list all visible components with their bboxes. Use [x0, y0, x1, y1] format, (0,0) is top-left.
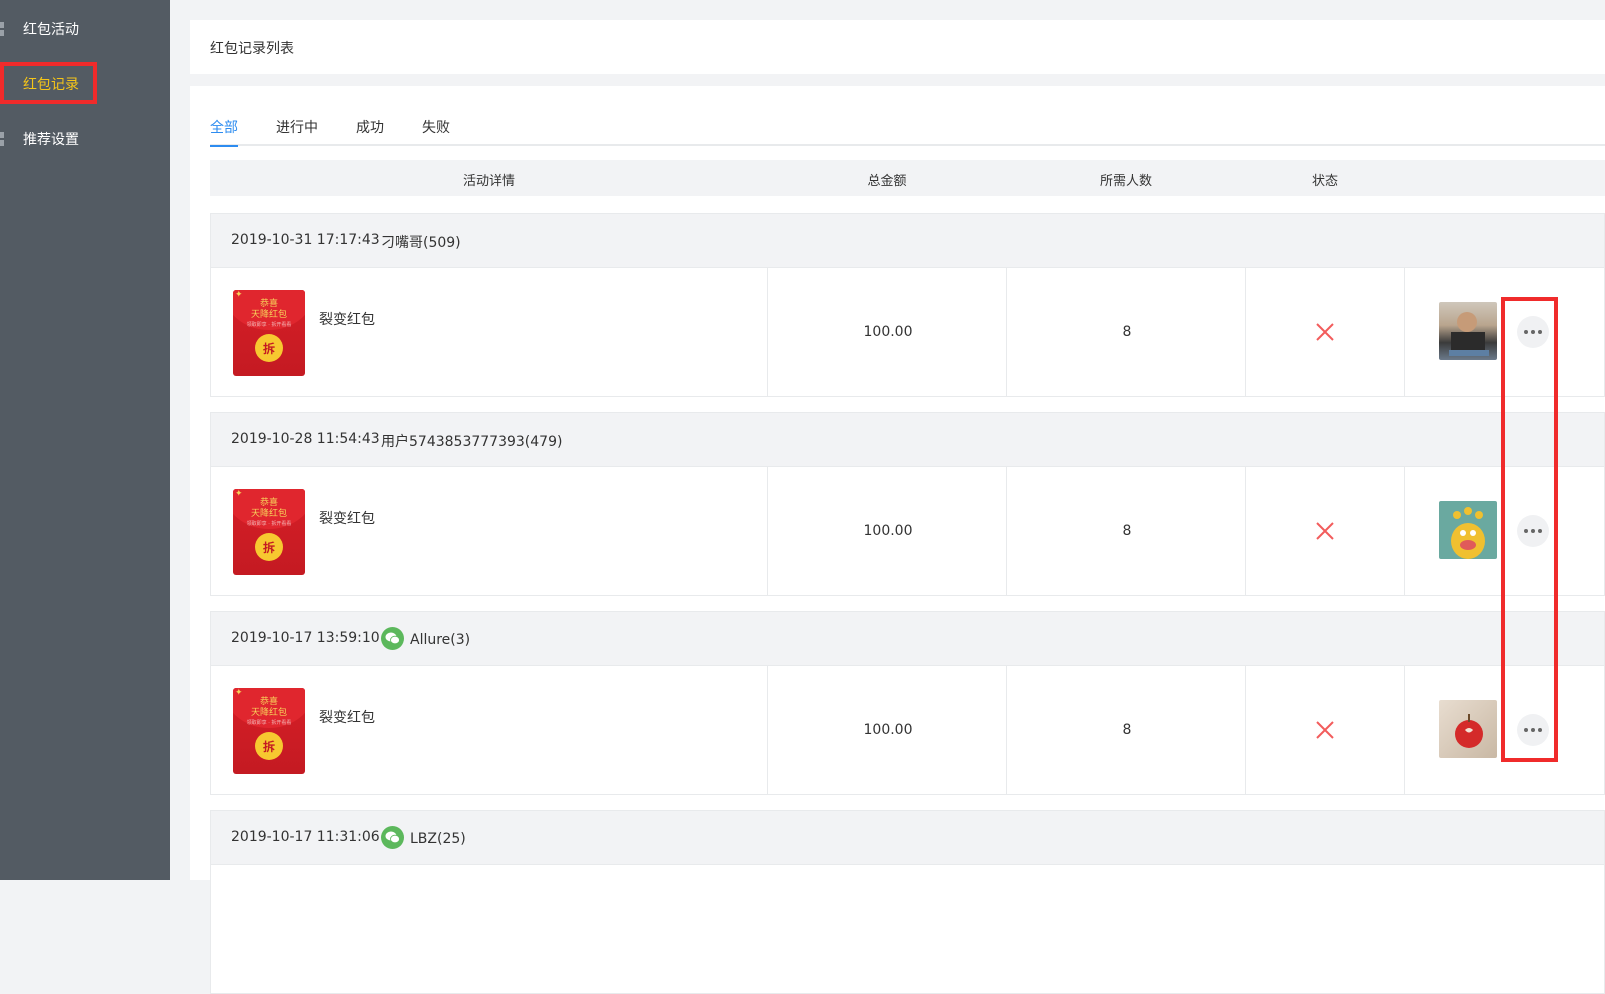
failed-x-icon [1316, 323, 1334, 341]
amount-value: 100.00 [863, 324, 913, 340]
amount-value: 100.00 [863, 722, 913, 738]
record-time: 2019-10-17 11:31:06 [231, 829, 380, 845]
sidebar-item-redpacket-activity[interactable]: 红包活动 [0, 9, 170, 49]
activity-name: 裂变红包 [319, 710, 375, 726]
user-avatar [1439, 700, 1497, 758]
activity-name: 裂变红包 [319, 511, 375, 527]
people-value: 8 [1122, 324, 1132, 340]
activity-name: 裂变红包 [319, 312, 375, 328]
record-card: 2019-10-31 17:17:43 刁嘴哥(509) ✦ 恭喜 天降红包 领… [210, 213, 1605, 397]
record-user: Allure(3) [381, 627, 471, 650]
people-value: 8 [1122, 523, 1132, 539]
record-header: 2019-10-17 13:59:10 Allure(3) [211, 612, 1604, 666]
column-header-people: 所需人数 [1099, 174, 1153, 189]
main-panel: 全部 进行中 成功 失败 活动详情 总金额 所需人数 状态 2019-10-31… [190, 86, 1605, 994]
page-title: 红包记录列表 [210, 41, 294, 57]
record-time: 2019-10-17 13:59:10 [231, 630, 380, 646]
record-user: 刁嘴哥(509) [381, 235, 461, 251]
record-card: 2019-10-28 11:54:43 用户5743853777393(479)… [210, 412, 1605, 596]
column-header-detail: 活动详情 [462, 174, 516, 189]
menu-grid-icon [0, 22, 8, 36]
user-avatar [1439, 302, 1497, 360]
highlight-annotation-box [1501, 297, 1558, 762]
user-avatar [1439, 501, 1497, 559]
red-envelope-image: ✦ 恭喜 天降红包 领取即享 · 拆开看看 拆 [233, 688, 305, 774]
failed-x-icon [1316, 522, 1334, 540]
column-header-amount: 总金额 [867, 174, 907, 189]
record-user: LBZ(25) [381, 826, 466, 849]
record-card: 2019-10-17 11:31:06 LBZ(25) [210, 810, 1605, 994]
wechat-icon [381, 826, 404, 849]
record-header: 2019-10-28 11:54:43 用户5743853777393(479) [211, 413, 1604, 467]
record-time: 2019-10-28 11:54:43 [231, 431, 380, 447]
activity-cell: ✦ 恭喜 天降红包 领取即享 · 拆开看看 拆 裂变红包 [211, 666, 768, 794]
sidebar-item-recommend-settings[interactable]: 推荐设置 [0, 119, 170, 159]
tab-success[interactable]: 成功 [356, 117, 384, 145]
failed-x-icon [1316, 721, 1334, 739]
record-card: 2019-10-17 13:59:10 Allure(3) ✦ 恭喜 天降红包 … [210, 611, 1605, 795]
record-time: 2019-10-31 17:17:43 [231, 232, 380, 248]
record-header: 2019-10-31 17:17:43 刁嘴哥(509) [211, 214, 1604, 268]
record-user: 用户5743853777393(479) [381, 434, 563, 450]
activity-cell: ✦ 恭喜 天降红包 领取即享 · 拆开看看 拆 裂变红包 [211, 268, 768, 396]
amount-value: 100.00 [863, 523, 913, 539]
people-value: 8 [1122, 722, 1132, 738]
table-header: 活动详情 总金额 所需人数 状态 [210, 160, 1605, 196]
sidebar-item-label: 红包活动 [23, 22, 79, 38]
table-row: ✦ 恭喜 天降红包 领取即享 · 拆开看看 拆 裂变红包 100.00 8 [211, 666, 1604, 794]
column-header-status: 状态 [1311, 174, 1339, 189]
highlight-annotation-box [0, 62, 97, 104]
menu-grid-icon [0, 132, 8, 146]
red-envelope-image: ✦ 恭喜 天降红包 领取即享 · 拆开看看 拆 [233, 489, 305, 575]
sidebar-item-label: 推荐设置 [23, 132, 79, 148]
record-header: 2019-10-17 11:31:06 LBZ(25) [211, 811, 1604, 865]
table-row: ✦ 恭喜 天降红包 领取即享 · 拆开看看 拆 裂变红包 100.00 8 [211, 268, 1604, 396]
table-row: ✦ 恭喜 天降红包 领取即享 · 拆开看看 拆 裂变红包 100.00 8 [211, 467, 1604, 595]
status-tabs: 全部 进行中 成功 失败 [210, 114, 1605, 147]
record-user-name: LBZ(25) [410, 831, 466, 847]
tab-all[interactable]: 全部 [210, 117, 238, 147]
record-user-name: Allure(3) [410, 632, 471, 648]
wechat-icon [381, 627, 404, 650]
tab-in-progress[interactable]: 进行中 [276, 117, 318, 145]
tab-failed[interactable]: 失败 [422, 117, 450, 145]
activity-cell: ✦ 恭喜 天降红包 领取即享 · 拆开看看 拆 裂变红包 [211, 467, 768, 595]
sidebar: 红包活动 红包记录 推荐设置 [0, 0, 170, 880]
page-header: 红包记录列表 [190, 20, 1605, 74]
red-envelope-image: ✦ 恭喜 天降红包 领取即享 · 拆开看看 拆 [233, 290, 305, 376]
